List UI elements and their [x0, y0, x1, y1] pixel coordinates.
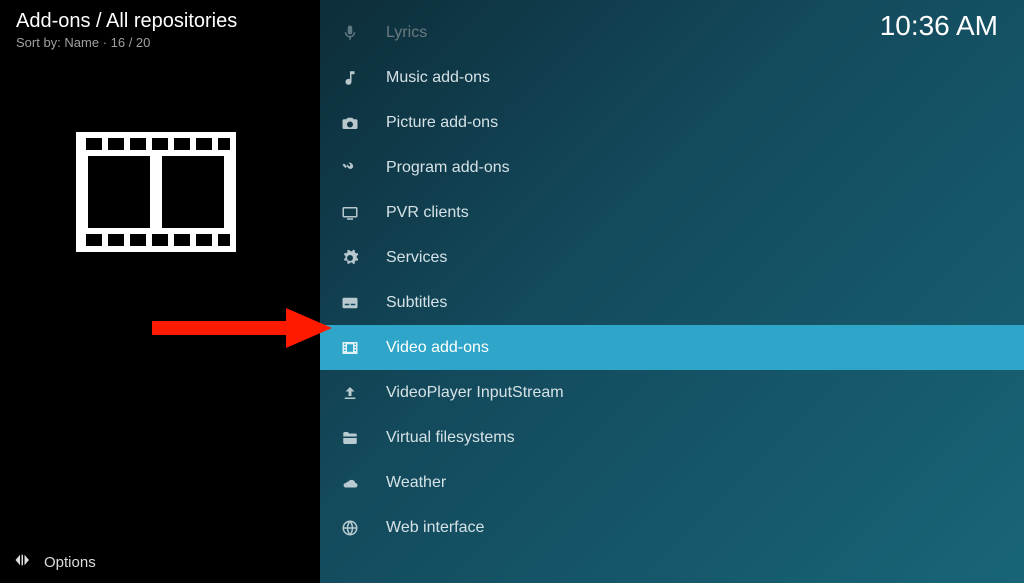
- gear-icon: [338, 246, 362, 270]
- list-item[interactable]: Services: [320, 235, 1024, 280]
- list-item-label: Lyrics: [386, 24, 427, 42]
- list-item[interactable]: Virtual filesystems: [320, 415, 1024, 460]
- list-item[interactable]: VideoPlayer InputStream: [320, 370, 1024, 415]
- list-item-label: Program add-ons: [386, 159, 510, 177]
- clock: 10:36 AM: [880, 10, 998, 42]
- category-icon-large: [76, 132, 320, 257]
- list-item-label: PVR clients: [386, 204, 469, 222]
- film-icon: [338, 336, 362, 360]
- list-item-label: Video add-ons: [386, 339, 489, 357]
- list-item[interactable]: Web interface: [320, 505, 1024, 550]
- category-list: Lyrics Music add-ons Picture add-ons Progra…: [320, 10, 1024, 550]
- list-item-label: Subtitles: [386, 294, 447, 312]
- breadcrumb: Add-ons / All repositories: [16, 10, 320, 33]
- tools-icon: [338, 156, 362, 180]
- list-item[interactable]: Program add-ons: [320, 145, 1024, 190]
- options-icon: [14, 551, 32, 573]
- sidebar: Add-ons / All repositories Sort by: Name…: [0, 0, 320, 583]
- options-label: Options: [44, 554, 96, 571]
- list-item[interactable]: Picture add-ons: [320, 100, 1024, 145]
- list-item-label: Weather: [386, 474, 446, 492]
- weather-icon: [338, 471, 362, 495]
- list-item-label: Web interface: [386, 519, 484, 537]
- options-button[interactable]: Options: [14, 551, 96, 573]
- folder-icon: [338, 426, 362, 450]
- list-item[interactable]: Subtitles: [320, 280, 1024, 325]
- list-item[interactable]: PVR clients: [320, 190, 1024, 235]
- tv-icon: [338, 201, 362, 225]
- list-item-label: Music add-ons: [386, 69, 490, 87]
- list-item-label: Virtual filesystems: [386, 429, 515, 447]
- annotation-arrow: [152, 304, 332, 357]
- upload-icon: [338, 381, 362, 405]
- list-item-label: VideoPlayer InputStream: [386, 384, 564, 402]
- mic-icon: [338, 21, 362, 45]
- film-reel-icon: [76, 132, 236, 252]
- main-panel: 10:36 AM Lyrics Music add-ons Picture add-…: [320, 0, 1024, 583]
- list-item[interactable]: Weather: [320, 460, 1024, 505]
- sort-indicator: Sort by: Name · 16 / 20: [16, 35, 320, 50]
- list-item-label: Services: [386, 249, 447, 267]
- subtitle-icon: [338, 291, 362, 315]
- list-item[interactable]: Music add-ons: [320, 55, 1024, 100]
- music-icon: [338, 66, 362, 90]
- list-item-label: Picture add-ons: [386, 114, 498, 132]
- globe-icon: [338, 516, 362, 540]
- list-item[interactable]: Video add-ons: [320, 325, 1024, 370]
- camera-icon: [338, 111, 362, 135]
